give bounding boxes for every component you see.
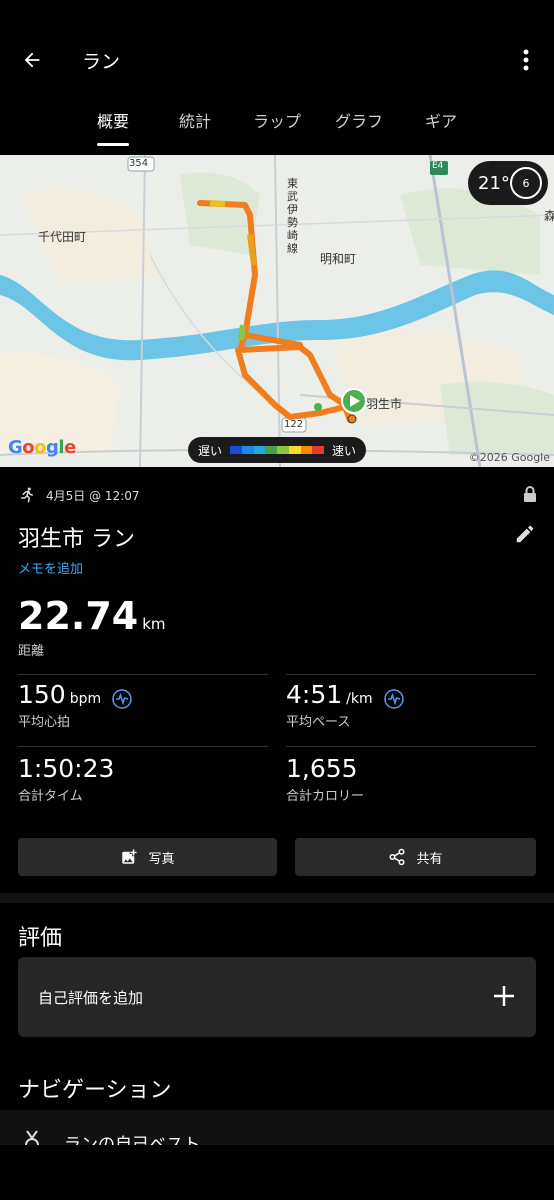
section-separator	[0, 893, 554, 903]
share-button-label: 共有	[416, 851, 443, 867]
distance-unit: km	[142, 615, 166, 633]
map-canvas	[0, 155, 554, 467]
map-label-chiyoda: 千代田町	[38, 230, 87, 244]
map-copyright: ©2026 Google	[468, 451, 550, 464]
calories-value: 1,655	[286, 754, 358, 783]
edit-pencil-icon[interactable]	[514, 523, 536, 545]
page-title: ラン	[82, 51, 121, 73]
tab-gear[interactable]: ギア	[401, 108, 481, 132]
tab-graph[interactable]: グラフ	[319, 108, 399, 132]
total-time-stat: 1:50:23 合計タイム	[18, 754, 114, 804]
tab-stats[interactable]: 統計	[155, 108, 235, 132]
legend-slow-label: 遅い	[198, 443, 223, 458]
tab-laps[interactable]: ラップ	[237, 108, 317, 132]
activity-date: 4月5日 @ 12:07	[46, 488, 140, 503]
back-arrow-icon	[24, 52, 40, 68]
tab-overview[interactable]: 概要	[73, 108, 153, 132]
navigation-section-title: ナビゲーション	[18, 1078, 172, 1103]
e4-label: E4	[432, 161, 444, 171]
pace-wave-icon	[383, 688, 404, 709]
divider	[286, 674, 536, 675]
lock-icon[interactable]	[522, 485, 538, 503]
plus-icon[interactable]	[492, 984, 516, 1008]
add-rating-card[interactable]: 自己評価を追加	[18, 957, 536, 1037]
share-icon	[389, 848, 405, 866]
divider	[18, 746, 268, 747]
photo-button-label: 写真	[148, 851, 175, 867]
road-122-label: 122	[284, 419, 304, 430]
map-label-railway: 東武伊勢崎線	[287, 177, 298, 255]
activity-title: 羽生市 ラン	[18, 527, 135, 552]
add-memo-link[interactable]: メモを追加	[18, 558, 83, 577]
distance-label: 距離	[18, 644, 45, 659]
pace-unit: /km	[346, 691, 373, 707]
divider	[286, 746, 536, 747]
add-rating-label: 自己評価を追加	[38, 989, 144, 1007]
more-options-button[interactable]	[510, 42, 542, 78]
nav-item-personal-best[interactable]: ランの自己ベスト	[0, 1110, 554, 1145]
nav-item-label: ランの自己ベスト	[64, 1135, 201, 1145]
wind-indicator: 6	[510, 167, 542, 199]
heart-wave-icon	[112, 688, 132, 709]
map-label-meiwa: 明和町	[320, 252, 357, 266]
bottom-bar	[0, 1145, 554, 1200]
heart-rate-stat[interactable]: 150 bpm 平均心拍	[18, 680, 132, 730]
total-time-value: 1:50:23	[18, 754, 115, 783]
map-label-edge: 森	[544, 209, 554, 223]
photo-add-icon	[122, 849, 137, 864]
calories-stat: 1,655 合計カロリー	[286, 754, 364, 804]
calories-label: 合計カロリー	[286, 789, 365, 804]
medal-icon	[25, 1130, 39, 1145]
photo-button[interactable]: 写真	[18, 838, 277, 876]
heart-rate-label: 平均心拍	[18, 715, 71, 730]
rating-section-title: 評価	[18, 926, 63, 951]
back-button[interactable]	[14, 42, 50, 78]
activity-date-row: 4月5日 @ 12:07	[18, 485, 538, 505]
legend-fast-label: 速い	[331, 443, 356, 458]
total-time-label: 合計タイム	[18, 789, 83, 804]
legend-gradient	[230, 446, 325, 454]
tab-bar: 概要 統計 ラップ グラフ ギア	[0, 100, 554, 150]
pace-stat[interactable]: 4:51/km 平均ペース	[286, 680, 404, 730]
weather-badge[interactable]: 21° 6	[468, 161, 548, 205]
heart-rate-unit: bpm	[69, 691, 102, 707]
app-header: ラン	[0, 0, 554, 95]
run-icon	[21, 487, 33, 503]
google-logo: Google	[8, 437, 76, 458]
active-tab-indicator	[97, 143, 129, 146]
pace-value: 4:51	[286, 680, 343, 709]
share-button[interactable]: 共有	[295, 838, 536, 876]
road-354-label: 354	[129, 158, 149, 169]
map-label-hanyu: 羽生市	[366, 397, 403, 411]
more-vert-icon	[523, 49, 529, 71]
heart-rate-value: 150	[18, 680, 66, 709]
distance-value: 22.74	[18, 594, 139, 638]
pace-legend: 遅い 速い	[188, 437, 366, 463]
divider	[18, 674, 268, 675]
weather-temp: 21°	[478, 172, 510, 194]
route-map[interactable]: 354 122 E4 千代田町 明和町 羽生市 東武伊勢崎線 森 21° 6 G…	[0, 155, 554, 467]
distance-stat: 22.74 km	[18, 594, 166, 638]
pace-label: 平均ペース	[286, 715, 351, 730]
